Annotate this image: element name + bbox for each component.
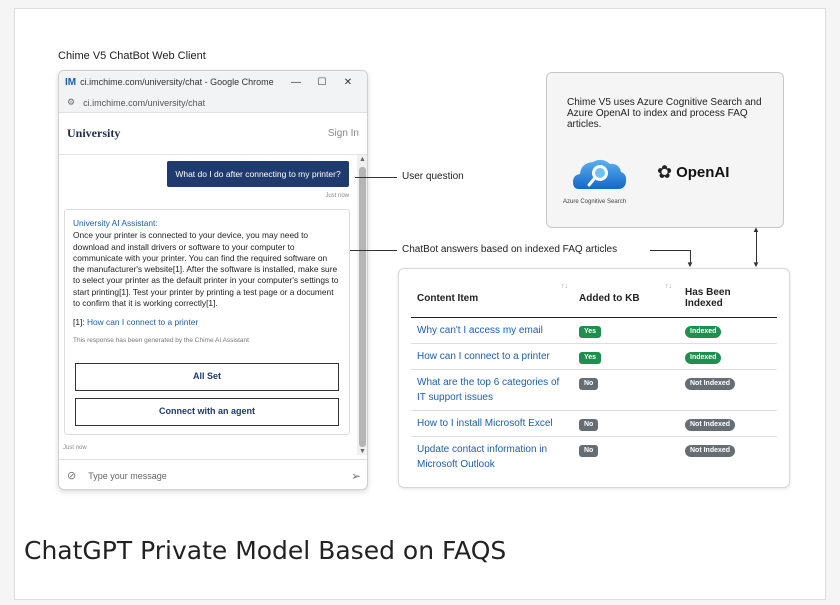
openai-label: OpenAI bbox=[676, 164, 730, 181]
user-question-annotation: User question bbox=[402, 171, 464, 182]
answer-to-table-connector bbox=[650, 250, 690, 251]
chat-scrollbar[interactable]: ▲ ▼ bbox=[357, 155, 367, 455]
chat-transcript: What do I do after connecting to my prin… bbox=[59, 155, 357, 459]
site-favicon-icon: IM bbox=[65, 76, 77, 88]
content-item-link[interactable]: How to I install Microsoft Excel bbox=[417, 418, 553, 429]
minimize-button[interactable]: — bbox=[283, 77, 309, 88]
table-row: How can I connect to a printer Yes Index… bbox=[411, 343, 777, 370]
address-bar[interactable]: ⚙ ci.imchime.com/university/chat bbox=[59, 93, 367, 113]
column-header-has-been-indexed[interactable]: Has Been Indexed bbox=[679, 277, 777, 318]
scrollbar-thumb[interactable] bbox=[359, 167, 366, 447]
kb-status-badge: Yes bbox=[579, 352, 602, 364]
user-question-connector bbox=[355, 177, 397, 178]
kb-status-badge: Yes bbox=[579, 326, 602, 338]
index-status-badge: Indexed bbox=[685, 352, 722, 364]
reference-link[interactable]: How can I connect to a printer bbox=[87, 317, 198, 327]
sign-in-link[interactable]: Sign In bbox=[328, 128, 359, 139]
chatbot-answer-annotation: ChatBot answers based on indexed FAQ art… bbox=[402, 244, 618, 255]
index-status-badge: Not Indexed bbox=[685, 445, 736, 457]
table-row: Update contact information in Microsoft … bbox=[411, 437, 777, 478]
index-status-badge: Not Indexed bbox=[685, 419, 736, 431]
window-title: ci.imchime.com/university/chat - Google … bbox=[80, 77, 274, 87]
site-logo[interactable]: University bbox=[67, 126, 120, 141]
openai-logo: ✿ OpenAI bbox=[657, 162, 730, 182]
table-row: Why can't I access my email Yes Indexed bbox=[411, 317, 777, 344]
site-settings-icon[interactable]: ⚙ bbox=[67, 97, 75, 108]
content-item-link[interactable]: What are the top 6 categories of IT supp… bbox=[417, 377, 559, 403]
kb-status-badge: No bbox=[579, 445, 599, 457]
table-row: How to I install Microsoft Excel No Not … bbox=[411, 410, 777, 437]
assistant-message: University AI Assistant: Once your print… bbox=[64, 209, 350, 435]
all-set-button[interactable]: All Set bbox=[75, 363, 339, 391]
index-status-badge: Not Indexed bbox=[685, 378, 736, 390]
url-text[interactable]: ci.imchime.com/university/chat bbox=[83, 98, 205, 108]
site-header: University Sign In bbox=[59, 113, 367, 155]
scroll-up-icon[interactable]: ▲ bbox=[359, 156, 366, 163]
column-header-content-item[interactable]: Content Item ↑↓ bbox=[411, 277, 573, 318]
index-status-badge: Indexed bbox=[685, 326, 722, 338]
user-message-bubble: What do I do after connecting to my prin… bbox=[167, 161, 349, 187]
browser-titlebar: IM ci.imchime.com/university/chat - Goog… bbox=[59, 71, 367, 93]
message-composer: ⊘ Type your message ➢ bbox=[59, 459, 367, 489]
ai-disclaimer: This response has been generated by the … bbox=[73, 336, 249, 344]
content-item-link[interactable]: Update contact information in Microsoft … bbox=[417, 444, 547, 470]
content-item-link[interactable]: How can I connect to a printer bbox=[417, 351, 550, 362]
browser-window: IM ci.imchime.com/university/chat - Goog… bbox=[58, 70, 368, 490]
connect-agent-button[interactable]: Connect with an agent bbox=[75, 398, 339, 426]
close-button[interactable]: ✕ bbox=[335, 77, 361, 88]
assistant-answer-text: Once your printer is connected to your d… bbox=[73, 230, 339, 309]
openai-icon: ✿ bbox=[657, 162, 673, 182]
kb-status-badge: No bbox=[579, 419, 599, 431]
message-input[interactable]: Type your message bbox=[88, 471, 351, 481]
sort-icon[interactable]: ↑↓ bbox=[665, 283, 672, 290]
web-client-caption: Chime V5 ChatBot Web Client bbox=[58, 50, 206, 62]
faq-index-table: Content Item ↑↓ Added to KB ↑↓ Has Been … bbox=[411, 277, 777, 477]
faq-index-table-card: Content Item ↑↓ Added to KB ↑↓ Has Been … bbox=[398, 268, 790, 488]
azure-info-box: Chime V5 uses Azure Cognitive Search and… bbox=[546, 72, 784, 228]
assistant-reference: [1]: How can I connect to a printer bbox=[73, 317, 341, 328]
reference-label: [1]: bbox=[73, 317, 85, 328]
azure-label: Azure Cognitive Search bbox=[563, 199, 627, 205]
scroll-down-icon[interactable]: ▼ bbox=[359, 448, 366, 455]
column-header-added-to-kb[interactable]: Added to KB ↑↓ bbox=[573, 277, 679, 318]
attachment-icon[interactable]: ⊘ bbox=[67, 469, 76, 482]
chatbot-answer-connector bbox=[350, 250, 397, 251]
azure-info-text: Chime V5 uses Azure Cognitive Search and… bbox=[567, 97, 762, 130]
slide-title: ChatGPT Private Model Based on FAQS bbox=[24, 536, 507, 565]
table-header-row: Content Item ↑↓ Added to KB ↑↓ Has Been … bbox=[411, 277, 777, 318]
maximize-button[interactable]: ☐ bbox=[309, 77, 335, 88]
content-item-link[interactable]: Why can't I access my email bbox=[417, 325, 543, 336]
send-icon[interactable]: ➢ bbox=[351, 469, 361, 483]
sort-icon[interactable]: ↑↓ bbox=[561, 283, 568, 290]
assistant-name: University AI Assistant: bbox=[73, 218, 158, 228]
assistant-message-timestamp: Just now bbox=[63, 445, 87, 451]
kb-status-badge: No bbox=[579, 378, 599, 390]
user-message-timestamp: Just now bbox=[325, 193, 349, 199]
table-row: What are the top 6 categories of IT supp… bbox=[411, 369, 777, 411]
arrow-up-icon: ▲ bbox=[752, 225, 760, 234]
